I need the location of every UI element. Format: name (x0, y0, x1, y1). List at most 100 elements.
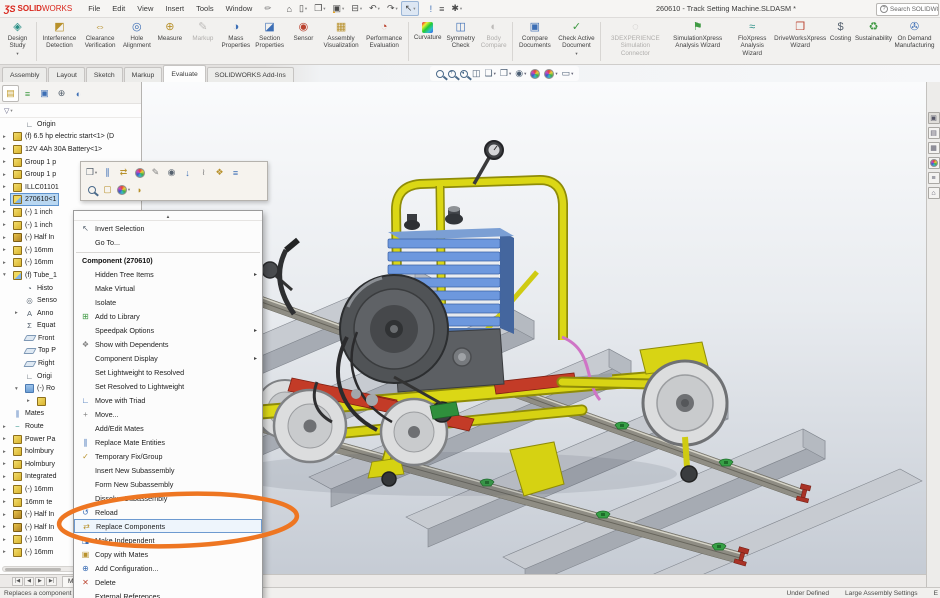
dropdown-caret-icon[interactable]: ▾ (413, 6, 415, 12)
dropdown-caret-icon[interactable]: ▾ (524, 71, 526, 77)
attachment-icon[interactable]: ≀ (196, 165, 211, 180)
menu-item[interactable]: View (131, 4, 159, 13)
dropdown-caret-icon[interactable]: ▾ (378, 6, 380, 12)
expand-arrow-icon[interactable]: ▸ (3, 424, 11, 430)
expand-arrow-icon[interactable]: ▸ (27, 398, 35, 404)
propertymanager-tab[interactable]: ≡ (19, 85, 36, 102)
home-icon[interactable]: ⌂ (283, 1, 295, 16)
menu-hidden-tree-items[interactable]: Hidden Tree Items ▸ (74, 267, 262, 281)
design-study-button[interactable]: ◈ Design Study ▾ (1, 19, 34, 64)
menu-copy-with-mates[interactable]: ▣ Copy with Mates (74, 547, 262, 561)
print-icon[interactable]: ⊟ ▾ (348, 1, 366, 16)
menu-move[interactable]: + Move... (74, 407, 262, 421)
dropdown-caret-icon[interactable]: ▾ (575, 51, 577, 57)
dimxpertmanager-tab[interactable]: ⊕ (53, 85, 70, 102)
tab-layout[interactable]: Layout (48, 67, 84, 82)
menu-set-resolved-to-lightweight[interactable]: Set Resolved to Lightweight (74, 379, 262, 393)
dropdown-caret-icon[interactable]: ▾ (509, 71, 511, 77)
compare-documents-button[interactable]: ▣ Compare Documents (515, 19, 554, 64)
sensor-button[interactable]: ◉ Sensor (287, 19, 320, 64)
hide-show-items-icon[interactable]: ◉ ▾ (515, 67, 526, 80)
appearance-dropdown-icon[interactable]: ▾ (116, 182, 131, 197)
interference-detection-button[interactable]: ◩ Interference Detection (39, 19, 80, 64)
machine-flywheel[interactable] (340, 275, 448, 383)
clearance-verification-button[interactable]: ⇔ Clearance Verification (80, 19, 120, 64)
menu-scroll-up[interactable]: ▲ (74, 212, 262, 221)
appearances-scenes-icon[interactable] (928, 157, 940, 169)
view-orientation-icon[interactable]: ❑ ▾ (485, 67, 496, 80)
tab-solidworks-add-ins[interactable]: SOLIDWORKS Add-Ins (207, 67, 294, 82)
menu-move-with-triad[interactable]: ∟ Move with Triad (74, 393, 262, 407)
view-settings-icon[interactable]: ▭ ▾ (562, 67, 574, 80)
expand-arrow-icon[interactable]: ▾ (3, 272, 11, 278)
expand-arrow-icon[interactable]: ▸ (3, 159, 11, 165)
menu-replace-components[interactable]: ⇄ Replace Components (74, 519, 262, 533)
displaymanager-tab[interactable]: ◐ (70, 85, 87, 102)
display-style-icon[interactable]: ❒ ▾ (500, 67, 511, 80)
expand-arrow-icon[interactable]: ▸ (3, 487, 11, 493)
driveworksxpress-wizard-button[interactable]: ❒ DriveWorksXpress Wizard (776, 19, 824, 64)
save-icon[interactable]: ▣ ▾ (329, 1, 348, 16)
open-document-icon[interactable]: ❒ ▾ (311, 1, 329, 16)
menu-replace-mate-entities[interactable]: ∥ Replace Mate Entities (74, 435, 262, 449)
dropdown-caret-icon[interactable]: ▾ (360, 6, 362, 12)
sustainability-button[interactable]: ♻ Sustainability (857, 19, 890, 64)
select-tool-icon[interactable]: ↖ ▾ (401, 1, 419, 16)
file-properties-icon[interactable]: ≡ (436, 1, 448, 16)
dropdown-caret-icon[interactable]: ▾ (494, 71, 496, 77)
component-properties-icon[interactable]: ≡ (228, 165, 243, 180)
markup-button[interactable]: ✎ Markup (186, 19, 219, 64)
section-view-icon[interactable]: ◫ (472, 67, 481, 80)
zoom-to-selection-icon[interactable] (84, 182, 99, 197)
configurationmanager-tab[interactable]: ▣ (36, 85, 53, 102)
menu-item[interactable]: Window (220, 4, 259, 13)
on-demand-manufacturing-button[interactable]: ✇ On Demand Manufacturing (890, 19, 939, 64)
menu-item[interactable]: Edit (106, 4, 131, 13)
expand-arrow-icon[interactable]: ▸ (3, 474, 11, 480)
pin-toolbar-icon[interactable]: ✐ (262, 3, 273, 14)
tree-item[interactable]: ▸ 12V 4Ah 30A Battery<1> (0, 143, 141, 156)
menu-make-virtual[interactable]: Make Virtual (74, 281, 262, 295)
menu-add-configuration[interactable]: ⊕ Add Configuration... (74, 561, 262, 575)
file-explorer-icon[interactable]: ▤ (928, 127, 940, 139)
whats-wrong-icon[interactable]: ! (426, 1, 436, 16)
costing-button[interactable]: $ Costing (824, 19, 857, 64)
expand-arrow-icon[interactable]: ▸ (3, 549, 11, 555)
expand-arrow-icon[interactable]: ▸ (3, 184, 11, 190)
search-input[interactable]: ?Search SOLIDWO (876, 3, 939, 16)
menu-show-with-dependents[interactable]: ❖ Show with Dependents (74, 337, 262, 351)
menu-dissolve-subassembly[interactable]: Dissolve Subassembly (74, 491, 262, 505)
design-library-icon[interactable]: ▦ (928, 142, 940, 154)
expand-arrow-icon[interactable]: ▸ (3, 209, 11, 215)
solidworks-resources-icon[interactable]: ⌂ (928, 187, 940, 199)
replace-components-icon[interactable]: ⇄ (116, 165, 131, 180)
dropdown-caret-icon[interactable]: ▾ (16, 51, 18, 57)
first-tab-icon[interactable]: |◀ (12, 577, 23, 586)
tab-markup[interactable]: Markup (124, 67, 163, 82)
tab-sketch[interactable]: Sketch (86, 67, 123, 82)
isolate-icon[interactable]: ▢ (100, 182, 115, 197)
hide-component-icon[interactable]: ◉ (164, 165, 179, 180)
edit-document-icon[interactable]: ❒ ▾ (84, 165, 99, 180)
menu-isolate[interactable]: Isolate (74, 295, 262, 309)
expand-arrow-icon[interactable]: ▸ (3, 197, 11, 203)
featuremanager-tree-tab[interactable]: ▤ (2, 85, 19, 102)
menu-speedpak-options[interactable]: Speedpak Options ▸ (74, 323, 262, 337)
threedexperience-panel-icon[interactable]: ▣ (928, 112, 940, 124)
curvature-button[interactable]: Curvature (411, 19, 444, 64)
dropdown-caret-icon[interactable]: ▾ (555, 71, 557, 77)
undo-icon[interactable]: ↶ ▾ (366, 1, 384, 16)
dropdown-caret-icon[interactable]: ▾ (571, 71, 573, 77)
expand-arrow-icon[interactable]: ▸ (3, 524, 11, 530)
mate-icon[interactable]: ∥ (100, 165, 115, 180)
menu-item[interactable]: Insert (159, 4, 190, 13)
floxpress-wizard-button[interactable]: ≈ FloXpress Analysis Wizard (728, 19, 776, 64)
scrollbar-thumb[interactable] (5, 568, 61, 571)
expand-arrow-icon[interactable]: ▸ (3, 134, 11, 140)
menu-make-independent[interactable]: ◨ Make Independent (74, 533, 262, 547)
expand-arrow-icon[interactable]: ▸ (3, 172, 11, 178)
menu-component-display[interactable]: Component Display ▸ (74, 351, 262, 365)
expand-arrow-icon[interactable]: ▸ (3, 222, 11, 228)
appearances-icon[interactable] (132, 165, 147, 180)
custom-properties-icon[interactable]: ≡ (928, 172, 940, 184)
